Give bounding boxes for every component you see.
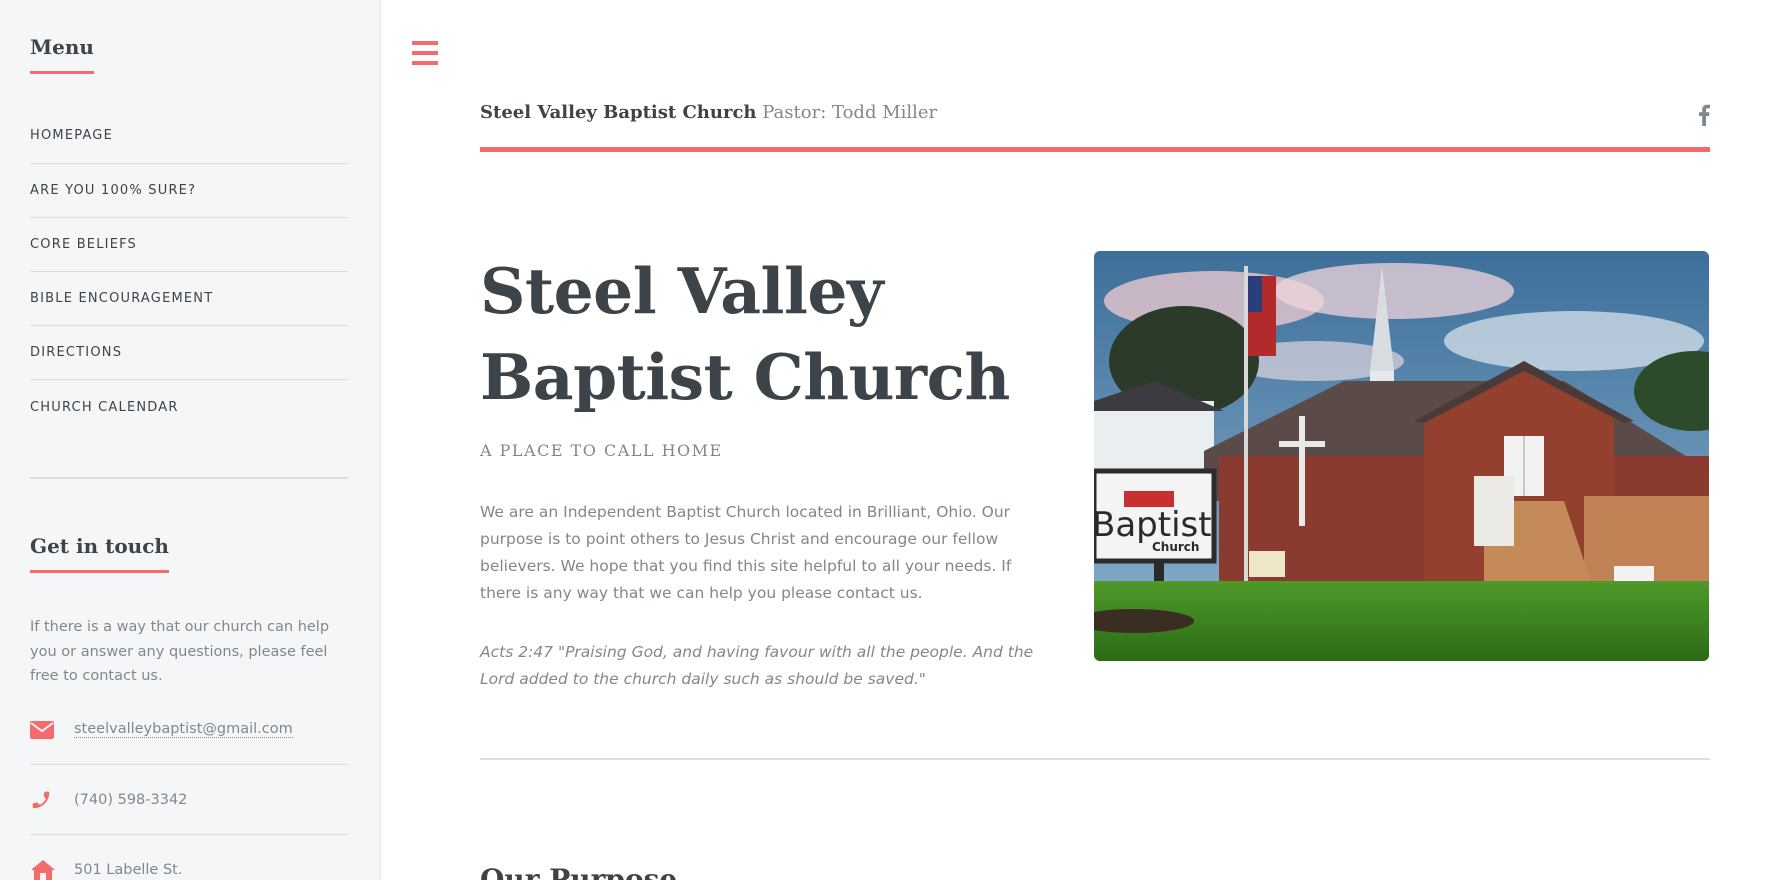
sidebar: Menu HOMEPAGE ARE YOU 100% SURE? CORE BE… bbox=[0, 0, 381, 880]
menu-item-are-you-sure[interactable]: ARE YOU 100% SURE? bbox=[30, 164, 348, 218]
email-link[interactable]: steelvalleybaptist@gmail.com bbox=[74, 721, 293, 738]
menu-item-bible-encouragement[interactable]: BIBLE ENCOURAGEMENT bbox=[30, 272, 348, 326]
site-logo[interactable]: Steel Valley Baptist Church Pastor: Todd… bbox=[480, 102, 937, 123]
phone-number: (740) 598-3342 bbox=[74, 791, 188, 808]
menu-list: HOMEPAGE ARE YOU 100% SURE? CORE BELIEFS… bbox=[30, 108, 348, 434]
sidebar-divider bbox=[30, 477, 348, 479]
get-in-touch-text: If there is a way that our church can he… bbox=[30, 619, 330, 684]
menu-item-core-beliefs[interactable]: CORE BELIEFS bbox=[30, 218, 348, 272]
menu-item-directions[interactable]: DIRECTIONS bbox=[30, 326, 348, 380]
site-header: Steel Valley Baptist Church Pastor: Todd… bbox=[480, 90, 1710, 152]
hero-intro-text: We are an Independent Baptist Church loc… bbox=[480, 503, 1012, 602]
get-in-touch-heading: Get in touch bbox=[30, 534, 169, 573]
envelope-icon bbox=[30, 720, 74, 739]
church-photo: Baptist Church bbox=[1094, 251, 1709, 661]
logo-pastor: Pastor: Todd Miller bbox=[762, 102, 938, 123]
hero-tagline: A PLACE TO CALL HOME bbox=[480, 441, 723, 460]
phone-icon bbox=[30, 789, 74, 811]
section-divider bbox=[480, 758, 1710, 760]
contact-email-row: steelvalleybaptist@gmail.com bbox=[30, 695, 348, 765]
contact-address-row: 501 Labelle St. bbox=[30, 835, 348, 880]
sign-church-text: Church bbox=[1152, 540, 1199, 554]
bible-verse: Acts 2:47 "Praising God, and having favo… bbox=[480, 643, 1034, 688]
sign-baptist-text: Baptist bbox=[1094, 505, 1212, 545]
menu-toggle-icon[interactable] bbox=[410, 40, 440, 70]
facebook-icon[interactable] bbox=[1698, 104, 1710, 130]
menu-item-church-calendar[interactable]: CHURCH CALENDAR bbox=[30, 380, 348, 434]
contact-phone-row: (740) 598-3342 bbox=[30, 765, 348, 835]
address-text: 501 Labelle St. bbox=[74, 862, 183, 878]
logo-church-name: Steel Valley Baptist Church bbox=[480, 102, 757, 123]
menu-item-homepage[interactable]: HOMEPAGE bbox=[30, 108, 348, 164]
hero-title: Steel Valley Baptist Church bbox=[480, 254, 1010, 414]
our-purpose-heading: Our Purpose bbox=[480, 863, 678, 880]
home-icon bbox=[30, 859, 74, 880]
menu-heading: Menu bbox=[30, 35, 94, 74]
